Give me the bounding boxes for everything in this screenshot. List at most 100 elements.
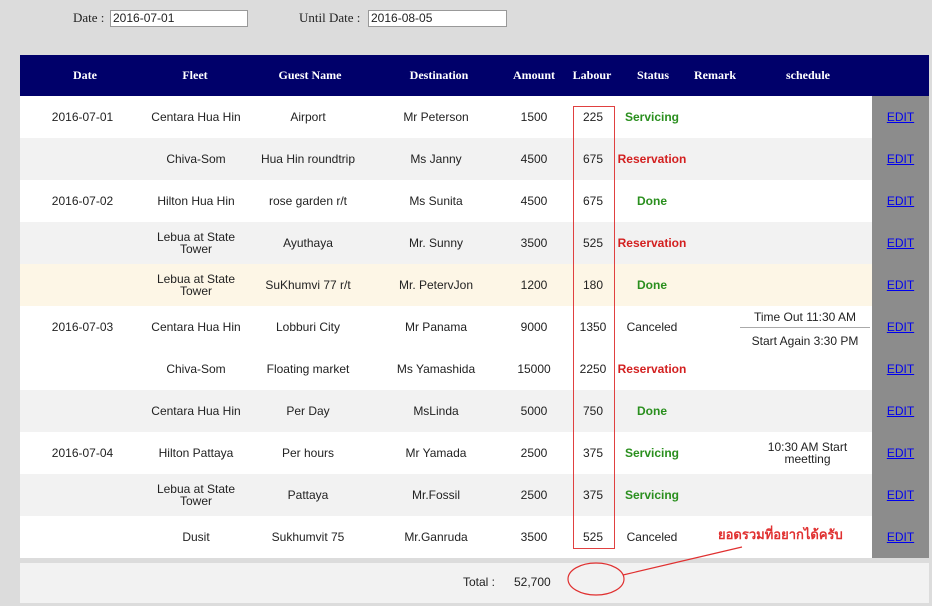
- filter-bar: Date : Until Date :: [0, 0, 932, 40]
- cell-amount: 9000: [520, 320, 548, 334]
- cell-dest: Ms Yamashida: [396, 362, 476, 376]
- edit-cell: EDIT: [872, 306, 929, 348]
- cell-status: Done: [637, 404, 667, 418]
- total-row: Total : 52,700: [20, 563, 929, 603]
- until-date-input[interactable]: [368, 10, 507, 27]
- annotation-text: ยอดรวมที่อยากได้ครับ: [718, 527, 843, 542]
- cell-dest: Ms Janny: [410, 152, 462, 166]
- table-row: Centara Hua Hin Per Day MsLinda 5000 750 Done…: [20, 390, 929, 432]
- cell-guest: Pattaya: [287, 488, 329, 502]
- edit-link[interactable]: EDIT: [887, 194, 914, 208]
- cell-labour: 750: [582, 404, 604, 418]
- cell-fleet: Centara Hua Hin: [151, 320, 241, 334]
- cell-status: Done: [637, 278, 667, 292]
- edit-link[interactable]: EDIT: [887, 404, 914, 418]
- cell-dest: Mr Yamada: [405, 446, 467, 460]
- cell-dest: MsLinda: [413, 404, 459, 418]
- cell-date: [40, 222, 125, 264]
- header-status: Status: [636, 68, 669, 82]
- cell-dest: Mr. Sunny: [408, 236, 464, 250]
- cell-dest: Mr Panama: [404, 320, 468, 334]
- edit-link[interactable]: EDIT: [887, 488, 914, 502]
- cell-schedule: [765, 96, 850, 138]
- until-date-label: Until Date :: [299, 10, 361, 25]
- cell-dest: Mr. PetervJon: [398, 278, 474, 292]
- cell-labour: 525: [582, 530, 604, 544]
- cell-date: [40, 264, 125, 306]
- cell-schedule: [765, 264, 850, 306]
- cell-labour: 525: [582, 236, 604, 250]
- date-label: Date :: [73, 10, 105, 25]
- edit-cell: EDIT: [872, 516, 929, 558]
- header-date: Date: [73, 68, 97, 82]
- cell-dest: Mr.Fossil: [412, 488, 460, 502]
- header-amount: Amount: [512, 68, 555, 82]
- edit-link[interactable]: EDIT: [887, 236, 914, 250]
- cell-fleet: Chiva-Som: [166, 362, 226, 376]
- cell-guest: Per Day: [286, 404, 330, 418]
- edit-cell: EDIT: [872, 474, 929, 516]
- cell-date: [40, 390, 125, 432]
- table-row: Lebua at State Tower Pattaya Mr.Fossil 2500…: [20, 474, 929, 516]
- table-row: Lebua at State Tower SuKhumvi 77 r/t Mr. P…: [20, 264, 929, 306]
- cell-schedule: [765, 348, 850, 390]
- cell-amount: 2500: [520, 488, 548, 502]
- table-row: Chiva-Som Hua Hin roundtrip Ms Janny 4500 67…: [20, 138, 929, 180]
- edit-link[interactable]: EDIT: [887, 530, 914, 544]
- total-label: Total :: [463, 575, 496, 589]
- cell-guest: Floating market: [266, 362, 350, 376]
- cell-amount: 3500: [520, 236, 548, 250]
- cell-schedule: [765, 180, 850, 222]
- cell-guest: Ayuthaya: [283, 236, 333, 250]
- edit-cell: EDIT: [872, 432, 929, 474]
- cell-date: 2016-07-01: [51, 110, 114, 124]
- cell-fleet: Chiva-Som: [166, 152, 226, 166]
- header-fleet: Fleet: [182, 68, 208, 82]
- cell-labour: 225: [582, 110, 604, 124]
- cell-labour: 375: [582, 446, 604, 460]
- cell-dest: Mr.Ganruda: [404, 530, 468, 544]
- cell-amount: 5000: [520, 404, 548, 418]
- table-row: 2016-07-03 Centara Hua Hin Lobburi City Mr …: [20, 306, 929, 348]
- cell-amount: 15000: [517, 362, 551, 376]
- cell-amount: 1500: [520, 110, 548, 124]
- table-row: 2016-07-02 Hilton Hua Hin rose garden r/t M…: [20, 180, 929, 222]
- cell-guest: rose garden r/t: [268, 194, 348, 208]
- cell-dest: Ms Sunita: [409, 194, 463, 208]
- date-input[interactable]: [110, 10, 248, 27]
- cell-date: 2016-07-03: [51, 320, 114, 334]
- cell-guest: SuKhumvi 77 r/t: [265, 278, 351, 292]
- table-row: Chiva-Som Floating market Ms Yamashida 1500…: [20, 348, 929, 390]
- cell-labour: 375: [582, 488, 604, 502]
- edit-cell: EDIT: [872, 390, 929, 432]
- cell-schedule: Time Out 11:30 AM Start Again 3:30 PM: [740, 306, 870, 348]
- edit-link[interactable]: EDIT: [887, 446, 914, 460]
- cell-amount: 2500: [520, 446, 548, 460]
- edit-link[interactable]: EDIT: [887, 110, 914, 124]
- edit-link[interactable]: EDIT: [887, 278, 914, 292]
- cell-status: Servicing: [624, 110, 680, 124]
- cell-guest: Airport: [290, 110, 326, 124]
- cell-guest: Sukhumvit 75: [271, 530, 345, 544]
- schedule-line-1: Time Out 11:30 AM: [753, 310, 857, 324]
- cell-amount: 1200: [520, 278, 548, 292]
- cell-status: Reservation: [617, 152, 687, 166]
- cell-guest: Lobburi City: [275, 320, 341, 334]
- cell-schedule: [765, 222, 850, 264]
- table-row: 2016-07-01 Centara Hua Hin Airport Mr Peter…: [20, 96, 929, 138]
- edit-link[interactable]: EDIT: [887, 362, 914, 376]
- cell-status: Servicing: [624, 488, 680, 502]
- cell-guest: Hua Hin roundtrip: [260, 152, 356, 166]
- schedule-line-2: Start Again 3:30 PM: [751, 334, 859, 348]
- edit-link[interactable]: EDIT: [887, 320, 914, 334]
- edit-cell: EDIT: [872, 222, 929, 264]
- cell-fleet: Lebua at State Tower: [156, 482, 236, 508]
- cell-labour: 180: [582, 278, 604, 292]
- edit-link[interactable]: EDIT: [887, 152, 914, 166]
- cell-schedule: [765, 390, 850, 432]
- cell-date: 2016-07-02: [51, 194, 114, 208]
- cell-date: [40, 348, 125, 390]
- cell-fleet: Hilton Hua Hin: [157, 194, 235, 208]
- total-value: 52,700: [514, 575, 551, 589]
- cell-status: Canceled: [626, 320, 678, 334]
